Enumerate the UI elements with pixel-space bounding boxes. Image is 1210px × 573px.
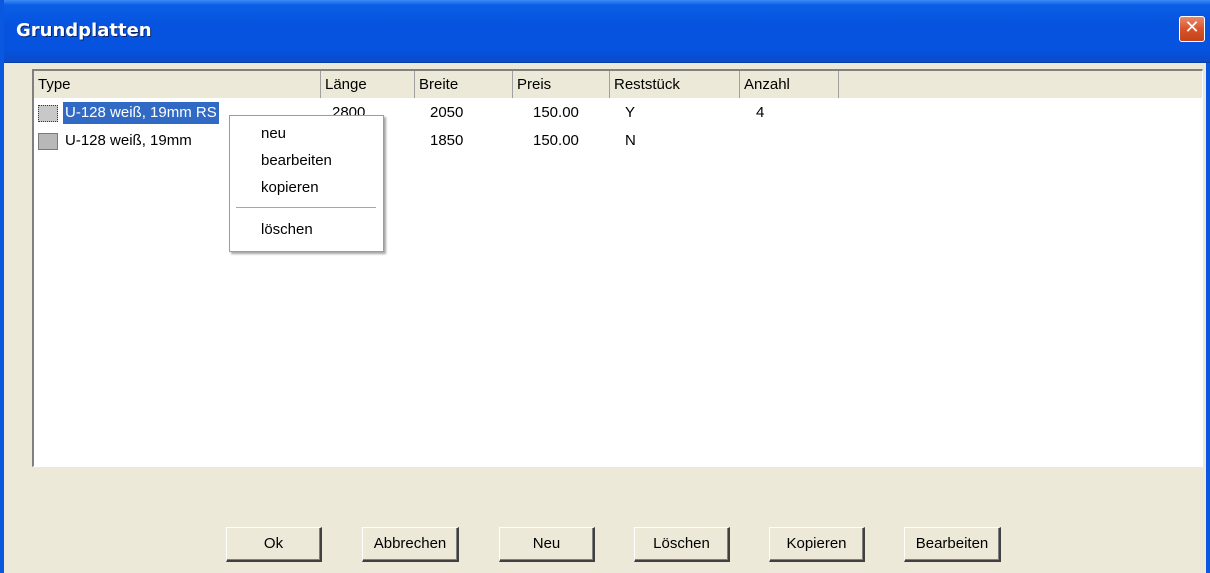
plates-listview[interactable]: Type Länge Breite Preis Reststück Anzahl…: [32, 69, 1203, 467]
ok-button[interactable]: Ok: [226, 527, 322, 562]
column-header-laenge[interactable]: Länge: [321, 71, 415, 98]
delete-button[interactable]: Löschen: [634, 527, 730, 562]
table-row[interactable]: U-128 weiß, 19mm RS 2800 2050 150.00 Y 4: [34, 101, 1202, 125]
column-header-filler: [839, 71, 1203, 98]
menu-item-neu[interactable]: neu: [261, 122, 286, 146]
row-type: U-128 weiß, 19mm: [65, 132, 192, 149]
column-header-breite[interactable]: Breite: [415, 71, 513, 98]
column-header-preis[interactable]: Preis: [513, 71, 610, 98]
row-type: U-128 weiß, 19mm RS: [63, 102, 219, 124]
column-header-type[interactable]: Type: [34, 71, 321, 98]
listview-header: Type Länge Breite Preis Reststück Anzahl: [34, 71, 1202, 98]
context-menu: neu bearbeiten kopieren löschen: [229, 115, 384, 252]
column-header-anzahl[interactable]: Anzahl: [740, 71, 839, 98]
row-preis: 150.00: [533, 104, 579, 121]
dialog-window: Grundplatten ✕ Type Länge Breite Preis R…: [0, 0, 1210, 573]
cancel-button[interactable]: Abbrechen: [362, 527, 459, 562]
row-reststueck: Y: [625, 104, 636, 121]
close-button[interactable]: ✕: [1179, 16, 1205, 42]
table-row[interactable]: U-128 weiß, 19mm 1850 150.00 N: [34, 129, 1202, 153]
window-title: Grundplatten: [16, 20, 152, 41]
new-button[interactable]: Neu: [499, 527, 595, 562]
board-icon: [38, 105, 58, 122]
row-breite: 2050: [430, 104, 464, 121]
menu-separator: [236, 207, 376, 208]
menu-item-bearbeiten[interactable]: bearbeiten: [261, 149, 332, 173]
row-anzahl: 4: [756, 104, 765, 121]
menu-item-kopieren[interactable]: kopieren: [261, 176, 319, 200]
menu-item-loeschen[interactable]: löschen: [261, 218, 313, 242]
title-bar[interactable]: Grundplatten ✕: [4, 0, 1210, 63]
close-icon: ✕: [1184, 17, 1200, 38]
copy-button[interactable]: Kopieren: [769, 527, 865, 562]
row-reststueck: N: [625, 132, 636, 149]
board-icon: [38, 133, 58, 150]
row-breite: 1850: [430, 132, 464, 149]
edit-button[interactable]: Bearbeiten: [904, 527, 1001, 562]
column-header-reststueck[interactable]: Reststück: [610, 71, 740, 98]
row-preis: 150.00: [533, 132, 579, 149]
